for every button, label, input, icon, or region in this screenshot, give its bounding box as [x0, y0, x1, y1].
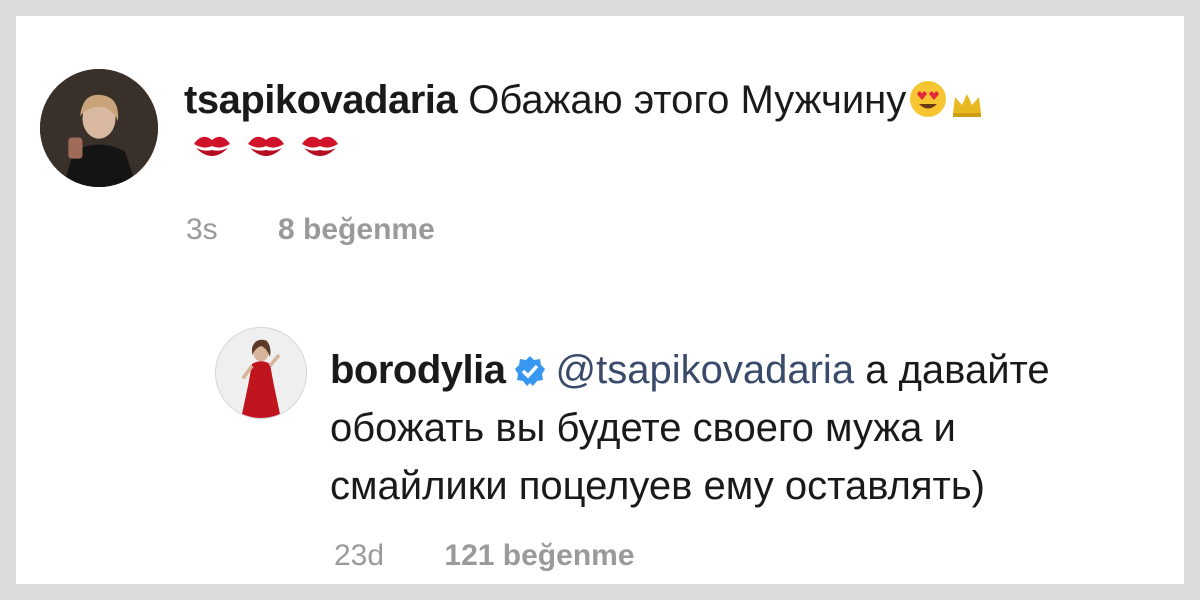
profile-photo-icon [40, 69, 158, 187]
kiss-mark-icon [302, 136, 338, 156]
avatar[interactable] [215, 327, 307, 419]
verified-badge-icon [514, 350, 546, 398]
kiss-mark-icon [248, 136, 284, 156]
avatar[interactable] [40, 69, 158, 187]
crown-emoji-icon [950, 82, 984, 130]
comment-body: tsapikovadaria Обажаю этого Мужчину [184, 76, 984, 130]
reply-body-line-1: borodylia @tsapikovadaria а давайте [330, 346, 1050, 398]
profile-photo-icon [216, 328, 306, 418]
mention-link[interactable]: @tsapikovadaria [556, 348, 855, 392]
comment-meta: 3s 8 beğenme [186, 212, 435, 248]
reply-username[interactable]: borodylia [330, 348, 506, 392]
reply-time: 23d [334, 539, 385, 572]
reply-body-line-2: обожать вы будете своего мужа и [330, 406, 956, 450]
reply-meta: 23d 121 beğenme [334, 538, 635, 574]
comment-text: Обажаю этого Мужчину [468, 78, 907, 122]
reply-likes[interactable]: 121 beğenme [444, 539, 634, 572]
comment-time: 3s [186, 213, 218, 246]
reply-text-start: а давайте [865, 348, 1050, 392]
heart-eyes-emoji-icon [908, 79, 948, 130]
reply-body-line-3: смайлики поцелуев ему оставлять) [330, 464, 985, 508]
comment-thread: tsapikovadaria Обажаю этого Мужчину 3s 8… [16, 16, 1184, 584]
comment-likes[interactable]: 8 beğenme [278, 213, 435, 246]
kiss-emoji-row [190, 126, 342, 166]
comment-username[interactable]: tsapikovadaria [184, 78, 458, 122]
kiss-mark-icon [194, 136, 230, 156]
